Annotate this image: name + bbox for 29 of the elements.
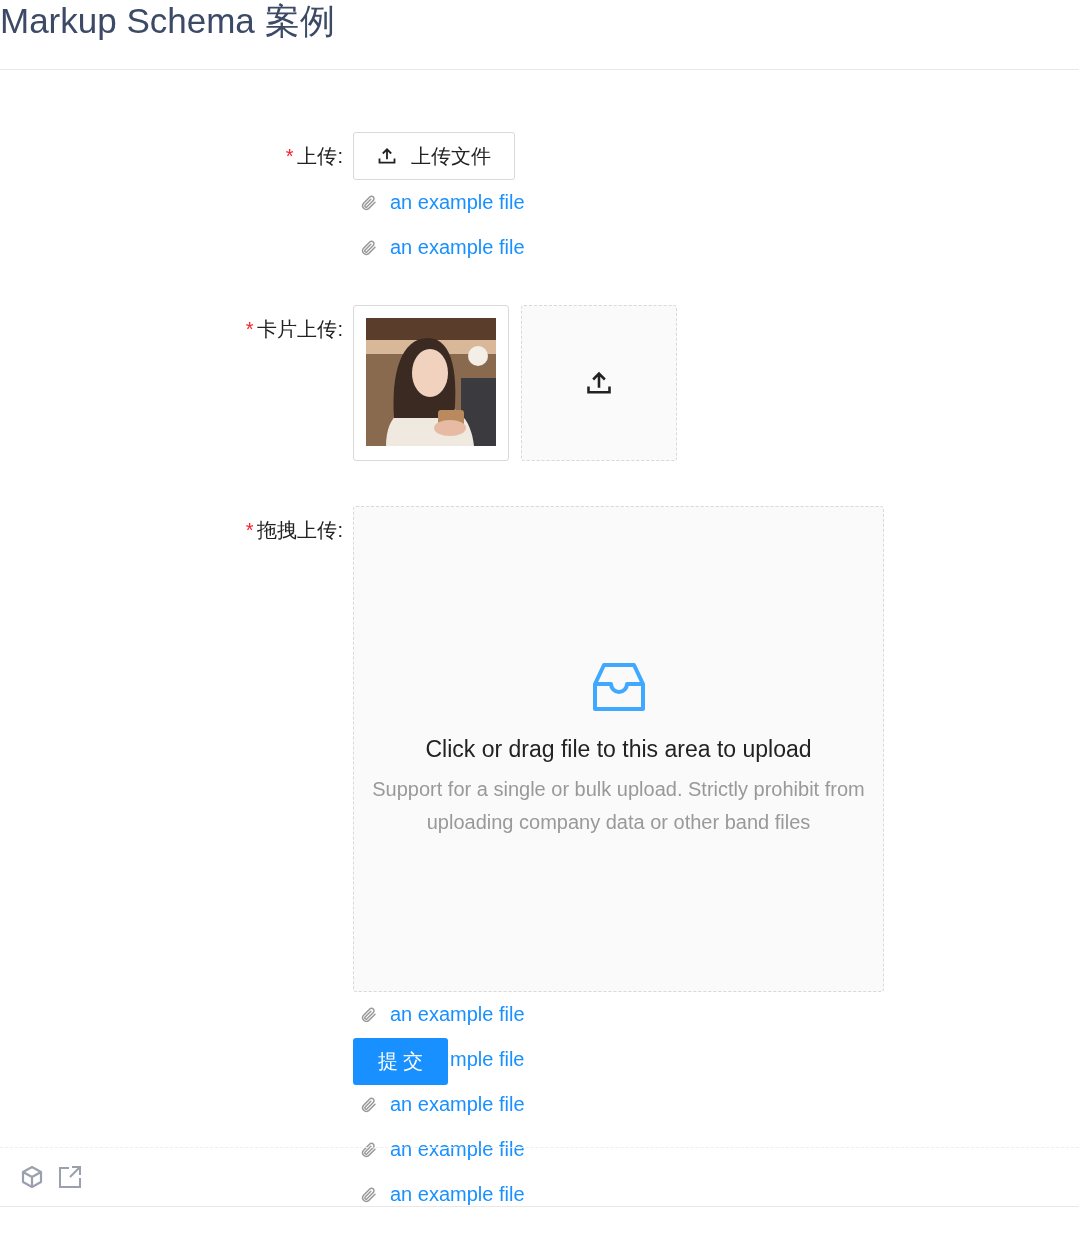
paperclip-icon [360, 1005, 378, 1024]
file-link[interactable]: an example file [390, 1183, 525, 1206]
file-link[interactable]: mple file [450, 1048, 525, 1071]
cube-icon[interactable] [20, 1165, 44, 1189]
drop-zone[interactable]: Click or drag file to this area to upload Support for a single or bulk upload. Strictly prohibit from uploading company data or other band files [353, 506, 884, 992]
field-label: 上传: [297, 144, 343, 168]
image-card[interactable] [353, 305, 509, 461]
file-link[interactable]: an example file [390, 1003, 525, 1026]
page-title: Markup Schema 案例 [0, 0, 335, 42]
paperclip-icon [360, 193, 378, 212]
paperclip-icon [360, 238, 378, 257]
required-mark: * [285, 144, 294, 168]
paperclip-icon [360, 1095, 378, 1114]
required-mark: * [245, 317, 254, 341]
required-mark: * [245, 518, 254, 542]
external-link-icon[interactable] [58, 1165, 82, 1189]
file-link[interactable]: an example file [390, 236, 525, 259]
drop-hint: Support for a single or bulk upload. Strictly prohibit from uploading company data or other band files [371, 776, 866, 835]
file-link[interactable]: an example file [390, 191, 525, 214]
field-label: 卡片上传: [257, 317, 343, 341]
field-label: 拖拽上传: [257, 518, 343, 542]
submit-button[interactable]: 提 交 [353, 1038, 448, 1085]
file-link[interactable]: an example file [390, 1093, 525, 1116]
paperclip-icon [360, 1140, 378, 1159]
upload-icon [585, 369, 613, 397]
paperclip-icon [360, 1185, 378, 1204]
drop-text: Click or drag file to this area to upload [425, 735, 812, 763]
upload-button[interactable]: 上传文件 [353, 132, 515, 180]
upload-icon [377, 146, 397, 166]
